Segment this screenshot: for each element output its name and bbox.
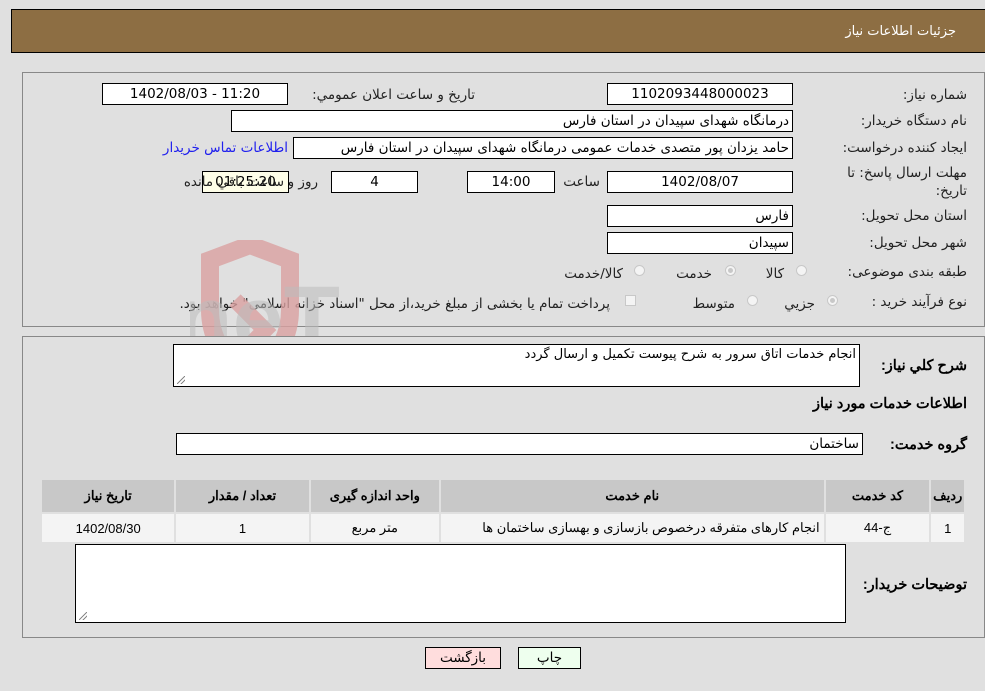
cell-service-code: ج-44 — [823, 512, 932, 544]
category-radio-goods[interactable] — [796, 265, 807, 276]
process-radio-medium[interactable] — [747, 295, 758, 306]
creator-field: حامد یزدان پور متصدی خدمات عمومی درمانگا… — [293, 137, 793, 159]
category-option-service: خدمت — [676, 266, 712, 282]
process-radio-minor[interactable] — [827, 295, 838, 306]
treasury-checkbox[interactable] — [625, 295, 636, 306]
category-radio-service[interactable] — [725, 265, 736, 276]
province-field: فارس — [607, 205, 793, 227]
services-section-title: اطلاعات خدمات مورد نیاز — [813, 396, 967, 412]
announce-label: تاریخ و ساعت اعلان عمومي: — [312, 87, 475, 103]
time-label: ساعت — [563, 174, 600, 190]
deadline-date-field: 1402/08/07 — [607, 171, 793, 193]
col-quantity: تعداد / مقدار — [174, 478, 311, 514]
description-label: شرح کلي نیاز: — [880, 358, 967, 374]
table-header-row: ردیف کد خدمت نام خدمت واحد اندازه گیری ت… — [39, 478, 966, 514]
city-label: شهر محل تحویل: — [869, 235, 967, 251]
service-group-field: ساختمان — [176, 433, 863, 455]
remaining-label: ساعت باقي مانده — [183, 174, 284, 190]
page-header: جزئیات اطلاعات نیاز — [11, 9, 985, 53]
province-label: استان محل تحویل: — [861, 208, 967, 224]
description-text: انجام خدمات اتاق سرور به شرح پیوست تکمیل… — [524, 347, 856, 362]
col-service-name: نام خدمت — [438, 478, 826, 514]
cell-need-date: 1402/08/30 — [39, 512, 177, 544]
resize-grip-icon[interactable] — [79, 612, 87, 620]
col-row-number: ردیف — [929, 478, 966, 514]
category-option-goods-service: کالا/خدمت — [564, 266, 623, 282]
process-label: نوع فرآیند خرید : — [871, 294, 967, 310]
cell-service-name: انجام کارهای متفرقه درخصوص بازسازی و بهس… — [438, 512, 826, 544]
treasury-note: پرداخت تمام یا بخشی از مبلغ خرید،از محل … — [179, 296, 610, 312]
services-table: ردیف کد خدمت نام خدمت واحد اندازه گیری ت… — [39, 478, 966, 544]
buyer-contact-link[interactable]: اطلاعات تماس خریدار — [163, 140, 288, 156]
cell-row-number: 1 — [929, 512, 966, 544]
buyer-notes-textarea[interactable] — [75, 544, 846, 623]
col-service-code: کد خدمت — [823, 478, 932, 514]
category-option-goods: کالا — [765, 266, 784, 282]
deadline-time-field: 14:00 — [467, 171, 555, 193]
creator-label: ایجاد کننده درخواست: — [842, 140, 967, 156]
print-button[interactable]: چاپ — [518, 647, 581, 669]
category-label: طبقه بندی موضوعی: — [847, 264, 967, 280]
buyer-org-label: نام دستگاه خریدار: — [860, 113, 967, 129]
col-need-date: تاریخ نیاز — [39, 478, 177, 514]
cell-quantity: 1 — [174, 512, 311, 544]
buyer-notes-label: توضیحات خریدار: — [862, 577, 967, 593]
announce-field: 1402/08/03 - 11:20 — [102, 83, 288, 105]
process-option-minor: جزیي — [784, 296, 815, 312]
back-button[interactable]: بازگشت — [425, 647, 501, 669]
days-label: روز و — [287, 174, 318, 190]
need-number-label: شماره نیاز: — [902, 87, 967, 103]
deadline-label: مهلت ارسال پاسخ: تا — [847, 165, 967, 181]
description-textarea[interactable]: انجام خدمات اتاق سرور به شرح پیوست تکمیل… — [173, 344, 860, 387]
category-radio-goods-service[interactable] — [634, 265, 645, 276]
deadline-label-2: تاریخ: — [935, 183, 967, 199]
table-row: 1 ج-44 انجام کارهای متفرقه درخصوص بازساز… — [39, 512, 966, 544]
need-number-field: 1102093448000023 — [607, 83, 793, 105]
city-field: سپیدان — [607, 232, 793, 254]
cell-unit: متر مربع — [308, 512, 441, 544]
service-group-label: گروه خدمت: — [890, 437, 967, 453]
process-option-medium: متوسط — [692, 296, 735, 312]
page-title: جزئیات اطلاعات نیاز — [845, 24, 956, 39]
days-field: 4 — [331, 171, 418, 193]
col-unit: واحد اندازه گیری — [308, 478, 441, 514]
buyer-org-field: درمانگاه شهدای سپیدان در استان فارس — [231, 110, 793, 132]
resize-grip-icon[interactable] — [177, 376, 185, 384]
